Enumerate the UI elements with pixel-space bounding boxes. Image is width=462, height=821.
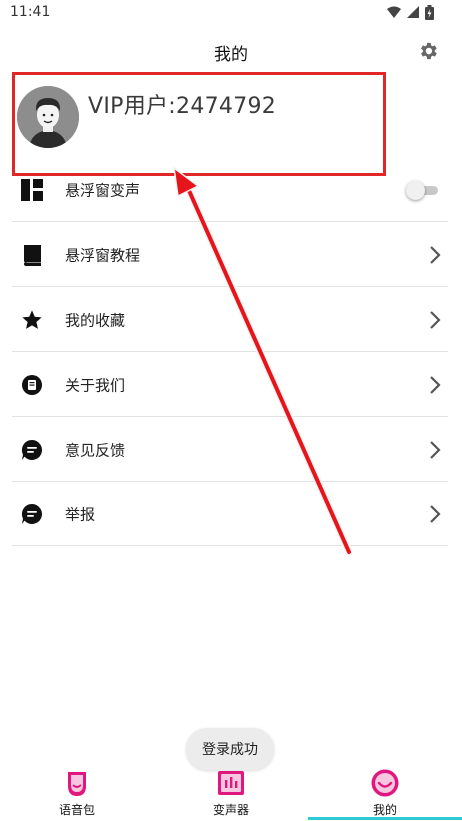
tab-label: 语音包 <box>58 803 95 817</box>
menu-item-floating-voice[interactable]: 悬浮窗变声 <box>12 158 448 222</box>
toast-message: 登录成功 <box>186 728 274 770</box>
chevron-right-icon <box>430 440 441 459</box>
menu-label: 我的收藏 <box>65 311 126 329</box>
menu-item-floating-tutorial[interactable]: 悬浮窗教程 <box>12 223 448 287</box>
me-icon <box>371 769 399 797</box>
menu-label: 关于我们 <box>65 376 126 394</box>
user-avatar-icon <box>17 86 79 148</box>
menu-label: 悬浮窗变声 <box>65 181 141 199</box>
username: VIP用户:2474792 <box>88 94 277 119</box>
page-title: 我的 <box>214 45 248 65</box>
voice-pack-icon <box>68 772 86 796</box>
voice-changer-icon <box>218 771 244 795</box>
chevron-right-icon <box>430 504 441 523</box>
menu-label: 意见反馈 <box>65 441 126 459</box>
avatar[interactable] <box>17 86 79 148</box>
chevron-right-icon <box>430 375 441 394</box>
gear-icon <box>421 42 437 60</box>
wifi-icon <box>387 6 401 18</box>
status-icons <box>387 4 434 20</box>
menu-label: 举报 <box>65 505 96 523</box>
tab-me[interactable]: 我的 <box>335 768 435 818</box>
menu-item-about-us[interactable]: 关于我们 <box>12 353 448 417</box>
signal-icon <box>407 6 419 18</box>
info-icon <box>20 373 44 397</box>
active-tab-indicator <box>308 817 462 820</box>
menu-label: 悬浮窗教程 <box>65 246 141 264</box>
chevron-right-icon <box>430 310 441 329</box>
menu-item-report[interactable]: 举报 <box>12 482 448 546</box>
layout-icon <box>20 178 44 202</box>
tab-label: 我的 <box>372 803 397 817</box>
tab-voice-pack[interactable]: 语音包 <box>27 768 127 818</box>
book-icon <box>20 243 44 267</box>
star-icon <box>20 308 44 332</box>
chat-icon <box>20 502 44 526</box>
chat-icon <box>20 438 44 462</box>
menu-item-feedback[interactable]: 意见反馈 <box>12 418 448 482</box>
settings-button[interactable] <box>415 38 441 64</box>
tab-voice-changer[interactable]: 变声器 <box>181 768 281 818</box>
status-time: 11:41 <box>10 4 51 20</box>
tab-label: 变声器 <box>212 803 249 817</box>
status-bar: 11:41 <box>0 0 462 26</box>
chevron-right-icon <box>430 245 441 264</box>
battery-icon <box>425 4 434 20</box>
floating-voice-toggle[interactable] <box>406 180 438 200</box>
menu-item-favorites[interactable]: 我的收藏 <box>12 288 448 352</box>
